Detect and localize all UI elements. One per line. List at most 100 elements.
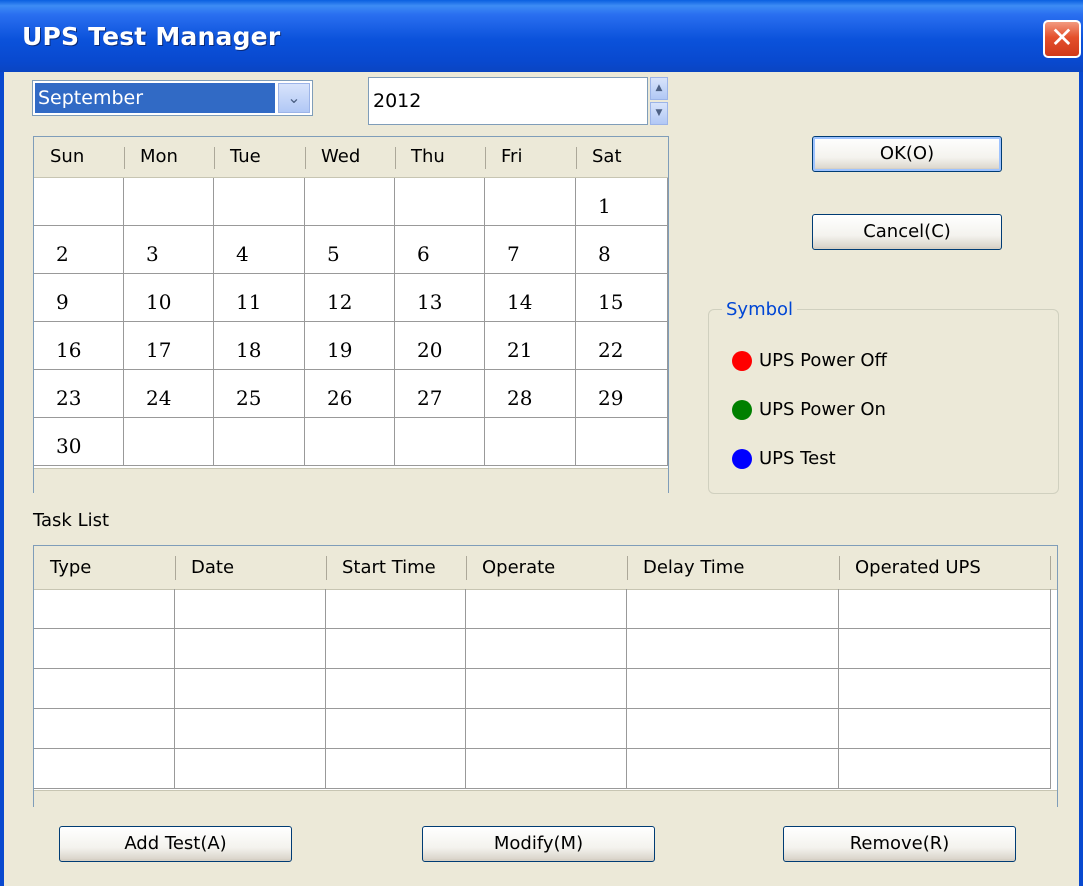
calendar-day-cell[interactable] [305,178,395,226]
calendar-day-cell[interactable]: 28 [485,370,576,418]
calendar-scrollbar[interactable] [34,468,668,493]
task-cell[interactable] [34,589,175,629]
task-cell[interactable] [627,749,839,789]
remove-button[interactable]: Remove(R) [783,826,1016,862]
calendar-day-cell[interactable]: 27 [395,370,485,418]
calendar-day-cell[interactable] [124,178,214,226]
calendar-day-cell[interactable]: 29 [576,370,668,418]
calendar-day-cell[interactable]: 5 [305,226,395,274]
task-cell[interactable] [839,629,1051,669]
task-cell[interactable] [175,709,326,749]
task-list-scrollbar[interactable] [34,790,1057,807]
task-column-header[interactable]: Operated UPS [839,546,1050,589]
task-column-header[interactable]: Start Time [326,546,466,589]
calendar-day-cell[interactable]: 3 [124,226,214,274]
ok-button[interactable]: OK(O) [812,136,1002,172]
task-cell[interactable] [175,589,326,629]
cancel-button[interactable]: Cancel(C) [812,214,1002,250]
column-separator[interactable] [305,147,306,169]
task-cell[interactable] [466,709,627,749]
task-cell[interactable] [34,749,175,789]
task-column-header[interactable]: Date [175,546,326,589]
calendar-day-cell[interactable] [305,418,395,466]
column-separator[interactable] [124,147,125,169]
task-cell[interactable] [326,589,466,629]
calendar-day-cell[interactable]: 25 [214,370,305,418]
task-cell[interactable] [627,709,839,749]
task-cell[interactable] [466,749,627,789]
year-spinner[interactable]: ▲ ▼ [650,77,668,125]
calendar-day-cell[interactable]: 20 [395,322,485,370]
calendar-day-cell[interactable]: 26 [305,370,395,418]
task-cell[interactable] [627,589,839,629]
task-cell[interactable] [839,669,1051,709]
calendar-day-cell[interactable]: 1 [576,178,668,226]
task-cell[interactable] [466,669,627,709]
close-icon[interactable]: ✕ [1043,20,1081,58]
task-cell[interactable] [175,629,326,669]
month-select[interactable]: September ⌄ [32,80,313,116]
spin-down-icon[interactable]: ▼ [650,102,668,125]
task-cell[interactable] [175,669,326,709]
calendar-day-cell[interactable]: 24 [124,370,214,418]
calendar-day-cell[interactable] [34,178,124,226]
column-separator[interactable] [1050,556,1051,580]
calendar-day-cell[interactable]: 7 [485,226,576,274]
calendar-day-cell[interactable]: 13 [395,274,485,322]
calendar-day-cell[interactable]: 14 [485,274,576,322]
task-cell[interactable] [839,749,1051,789]
calendar-day-cell[interactable]: 12 [305,274,395,322]
column-separator[interactable] [485,147,486,169]
calendar-day-cell[interactable]: 2 [34,226,124,274]
task-cell[interactable] [34,669,175,709]
task-column-header[interactable]: Type [34,546,175,589]
chevron-down-icon[interactable]: ⌄ [278,83,310,113]
task-cell[interactable] [839,709,1051,749]
calendar-day-cell[interactable] [395,178,485,226]
calendar-day-cell[interactable]: 17 [124,322,214,370]
column-separator[interactable] [576,147,577,169]
add-test-button[interactable]: Add Test(A) [59,826,292,862]
calendar-day-cell[interactable]: 18 [214,322,305,370]
calendar-day-cell[interactable]: 9 [34,274,124,322]
task-column-header[interactable]: Operate [466,546,627,589]
task-cell[interactable] [34,629,175,669]
calendar-day-cell[interactable]: 15 [576,274,668,322]
calendar-day-cell[interactable]: 11 [214,274,305,322]
calendar-day-cell[interactable]: 16 [34,322,124,370]
column-separator[interactable] [395,147,396,169]
calendar-day-cell[interactable]: 6 [395,226,485,274]
calendar-day-cell[interactable] [214,178,305,226]
calendar-day-cell[interactable]: 19 [305,322,395,370]
calendar-day-cell[interactable]: 21 [485,322,576,370]
calendar-day-cell[interactable] [395,418,485,466]
modify-button[interactable]: Modify(M) [422,826,655,862]
task-cell[interactable] [326,749,466,789]
task-cell[interactable] [326,669,466,709]
task-cell[interactable] [839,589,1051,629]
calendar-day-cell[interactable]: 8 [576,226,668,274]
calendar-day-cell[interactable]: 10 [124,274,214,322]
calendar-day-cell[interactable]: 30 [34,418,124,466]
calendar-day-cell[interactable]: 4 [214,226,305,274]
column-separator[interactable] [214,147,215,169]
title-bar[interactable]: UPS Test Manager ✕ [0,0,1083,72]
calendar-day-cell[interactable] [485,178,576,226]
calendar-day-cell[interactable] [124,418,214,466]
calendar-day-cell[interactable] [576,418,668,466]
year-input[interactable]: 2012 [368,77,648,125]
task-cell[interactable] [466,629,627,669]
task-cell[interactable] [175,749,326,789]
task-cell[interactable] [466,589,627,629]
calendar-day-cell[interactable] [485,418,576,466]
task-cell[interactable] [627,629,839,669]
calendar-day-cell[interactable]: 22 [576,322,668,370]
calendar-day-cell[interactable]: 23 [34,370,124,418]
task-cell[interactable] [326,629,466,669]
calendar-day-cell[interactable] [214,418,305,466]
task-cell[interactable] [326,709,466,749]
task-cell[interactable] [627,669,839,709]
task-cell[interactable] [34,709,175,749]
task-column-header[interactable]: Delay Time [627,546,839,589]
spin-up-icon[interactable]: ▲ [650,77,668,100]
